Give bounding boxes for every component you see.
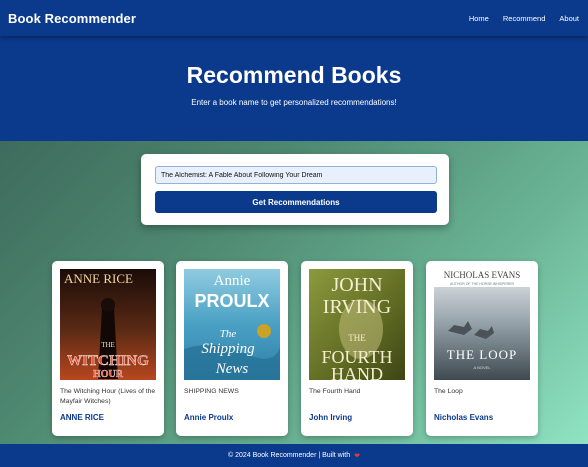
cover-author-text: ANNE RICE bbox=[64, 271, 133, 286]
svg-text:THE: THE bbox=[101, 341, 115, 349]
book-title: The Fourth Hand bbox=[309, 388, 361, 395]
book-cover[interactable]: Annie PROULX The Shipping News bbox=[184, 269, 280, 380]
book-card[interactable]: Annie PROULX The Shipping News SHIPPING … bbox=[176, 261, 288, 436]
book-card[interactable]: NICHOLAS EVANS AUTHOR OF THE HORSE WHISP… bbox=[426, 261, 538, 436]
navbar: Book Recommender Home Recommend About bbox=[0, 0, 588, 36]
svg-text:A NOVEL: A NOVEL bbox=[473, 365, 491, 370]
nav-link-home[interactable]: Home bbox=[469, 14, 489, 23]
book-card[interactable]: ANNE RICE THE WITCHING HOUR The Witching… bbox=[52, 261, 164, 436]
book-cover[interactable]: JOHN IRVING THE FOURTH HAND bbox=[309, 269, 405, 380]
footer: © 2024 Book Recommender | Built with ❤ bbox=[0, 444, 588, 467]
svg-text:THE LOOP: THE LOOP bbox=[447, 347, 517, 362]
svg-text:NICHOLAS EVANS: NICHOLAS EVANS bbox=[444, 270, 521, 280]
book-author: Nicholas Evans bbox=[434, 413, 494, 422]
svg-text:News: News bbox=[215, 361, 249, 377]
heart-icon: ❤ bbox=[354, 452, 361, 460]
svg-text:The: The bbox=[220, 328, 237, 340]
book-cover[interactable]: NICHOLAS EVANS AUTHOR OF THE HORSE WHISP… bbox=[434, 269, 530, 380]
svg-text:PROULX: PROULX bbox=[194, 291, 269, 311]
book-name-input[interactable] bbox=[155, 166, 437, 184]
svg-text:Annie: Annie bbox=[214, 273, 251, 289]
svg-text:HOUR: HOUR bbox=[93, 369, 124, 380]
get-recommendations-button[interactable]: Get Recommendations bbox=[155, 191, 437, 213]
footer-text: © 2024 Book Recommender | Built with bbox=[227, 452, 351, 459]
page-title: Recommend Books bbox=[186, 62, 402, 88]
nav-link-recommend[interactable]: Recommend bbox=[503, 14, 546, 23]
book-card[interactable]: JOHN IRVING THE FOURTH HAND The Fourth H… bbox=[301, 261, 413, 436]
brand-logo[interactable]: Book Recommender bbox=[8, 11, 136, 26]
main-content: Get Recommendations ANNE RICE THE WITCHI… bbox=[0, 141, 588, 444]
svg-text:THE: THE bbox=[348, 333, 366, 343]
book-author: Annie Proulx bbox=[184, 413, 234, 422]
book-title: The Loop bbox=[434, 388, 463, 395]
page-subtitle: Enter a book name to get personalized re… bbox=[191, 98, 397, 107]
svg-text:JOHN: JOHN bbox=[331, 274, 382, 296]
book-cover[interactable]: ANNE RICE THE WITCHING HOUR bbox=[60, 269, 156, 380]
svg-text:IRVING: IRVING bbox=[323, 296, 391, 318]
book-author: ANNE RICE bbox=[60, 413, 105, 422]
book-author: John Irving bbox=[309, 413, 353, 422]
svg-text:Shipping: Shipping bbox=[201, 341, 255, 357]
svg-text:WITCHING: WITCHING bbox=[67, 353, 149, 369]
svg-text:HAND: HAND bbox=[331, 364, 383, 380]
nav-links: Home Recommend About bbox=[455, 14, 579, 23]
nav-link-about[interactable]: About bbox=[559, 14, 579, 23]
svg-text:AUTHOR OF THE HORSE WHISPERER: AUTHOR OF THE HORSE WHISPERER bbox=[450, 282, 515, 286]
search-card: Get Recommendations bbox=[141, 154, 449, 225]
book-title: The Witching Hour (Lives of the Mayfair … bbox=[60, 388, 156, 405]
book-title: SHIPPING NEWS bbox=[184, 388, 239, 395]
hero-section: Recommend Books Enter a book name to get… bbox=[0, 36, 588, 141]
